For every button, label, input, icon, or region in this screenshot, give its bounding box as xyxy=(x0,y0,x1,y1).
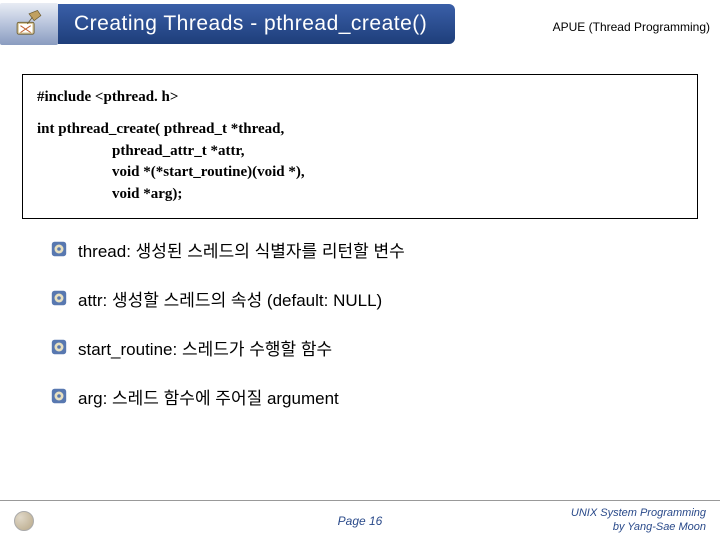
bullet-text: attr: 생성할 스레드의 속성 (default: NULL) xyxy=(78,286,382,311)
title-logo-icon xyxy=(0,3,58,45)
footer-credit: UNIX System Programming by Yang-Sae Moon xyxy=(571,507,706,533)
bullet-icon xyxy=(50,387,68,405)
code-include: #include <pthread. h> xyxy=(37,87,683,109)
bullet-list: thread: 생성된 스레드의 식별자를 리턴할 변수 attr: 생성할 스… xyxy=(50,237,670,409)
bullet-text: arg: 스레드 함수에 주어질 argument xyxy=(78,384,339,409)
slide-title: Creating Threads - pthread_create() xyxy=(58,4,455,44)
list-item: start_routine: 스레드가 수행할 함수 xyxy=(50,335,670,360)
footer-line2: by Yang-Sae Moon xyxy=(571,521,706,534)
list-item: thread: 생성된 스레드의 식별자를 리턴할 변수 xyxy=(50,237,670,262)
bullet-text: start_routine: 스레드가 수행할 함수 xyxy=(78,335,332,360)
slide-header: Creating Threads - pthread_create() APUE… xyxy=(0,0,720,52)
bullet-icon xyxy=(50,289,68,307)
title-bar: Creating Threads - pthread_create() xyxy=(0,4,455,44)
slide-footer: Page 16 UNIX System Programming by Yang-… xyxy=(0,500,720,540)
bullet-icon xyxy=(50,240,68,258)
code-box: #include <pthread. h> int pthread_create… xyxy=(22,74,698,219)
code-signature: int pthread_create( pthread_t *thread, p… xyxy=(37,119,683,206)
footer-line1: UNIX System Programming xyxy=(571,507,706,520)
list-item: arg: 스레드 함수에 주어질 argument xyxy=(50,384,670,409)
university-logo-icon xyxy=(14,511,34,531)
footer-left xyxy=(14,511,34,531)
apue-label: APUE (Thread Programming) xyxy=(553,20,710,34)
bullet-text: thread: 생성된 스레드의 식별자를 리턴할 변수 xyxy=(78,237,405,262)
list-item: attr: 생성할 스레드의 속성 (default: NULL) xyxy=(50,286,670,311)
bullet-icon xyxy=(50,338,68,356)
page-number: Page 16 xyxy=(338,514,383,528)
